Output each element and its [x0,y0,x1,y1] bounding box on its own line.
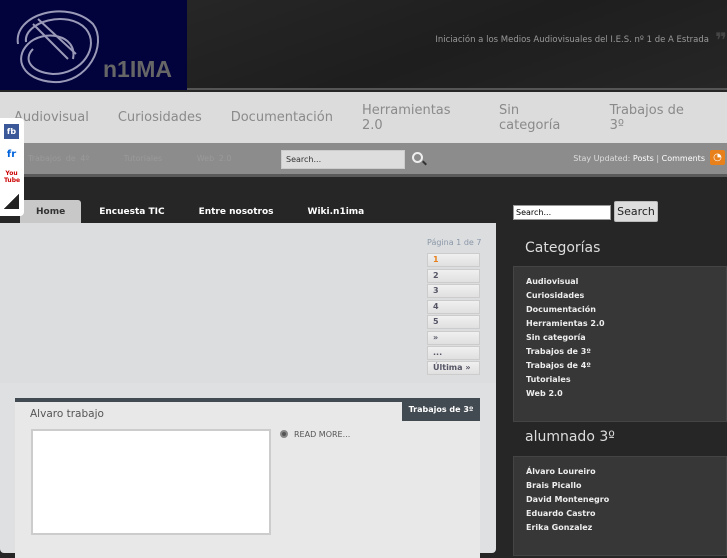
students-heading: alumnado 3º [525,429,615,445]
category-link[interactable]: Audiovisual [526,277,714,291]
top-search-input[interactable]: Search... [281,150,405,169]
page-info: Página 1 de 7 [427,238,482,247]
site-header: n1IMA Iniciación a los Medios Audiovisua… [0,0,727,90]
tab-encuesta-tic[interactable]: Encuesta TIC [83,200,180,224]
tab-home[interactable]: Home [20,200,82,224]
post-category[interactable]: Trabajos de 3º [402,398,480,421]
student-link[interactable]: Eduardo Castro [526,509,714,523]
page-ellipsis: ... [427,346,480,360]
sidebar-search-button[interactable]: Search [614,201,658,222]
page-link-3[interactable]: 3 [427,284,480,298]
search-icon[interactable] [412,152,423,163]
nav-item-trabajos-4[interactable]: Trabajos de 4º [28,154,89,163]
post-title[interactable]: Alvaro trabajo [30,408,104,420]
nav-item-web-2[interactable]: Web 2.0 [197,154,232,163]
sidebar-search-input[interactable]: Search... [513,205,611,220]
categories-heading: Categorías [525,240,601,256]
post-card: Alvaro trabajo Trabajos de 3º READ MORE.… [15,398,480,558]
category-link[interactable]: Sin categoría [526,333,714,347]
comments-feed-link[interactable]: Comments [662,154,705,163]
page-link-5[interactable]: 5 [427,315,480,329]
page-tabs: Home Encuesta TIC Entre nosotros Wiki.n1… [20,200,382,224]
nav-item-curiosidades[interactable]: Curiosidades [118,110,202,125]
facebook-icon[interactable]: fb [4,124,19,139]
category-link[interactable]: Trabajos de 3º [526,347,714,361]
student-link[interactable]: Erika Gonzalez [526,523,714,537]
posts-feed-link[interactable]: Posts [633,154,654,163]
category-link[interactable]: Documentación [526,305,714,319]
post-thumbnail[interactable] [31,429,271,535]
read-more-label: READ MORE... [294,430,351,439]
category-link[interactable]: Curiosidades [526,291,714,305]
page-next[interactable]: » [427,331,480,345]
page-link-4[interactable]: 4 [427,300,480,314]
page-link-2[interactable]: 2 [427,269,480,283]
tab-entre-nosotros[interactable]: Entre nosotros [183,200,290,224]
nav-item-documentacion[interactable]: Documentación [231,110,333,125]
student-link[interactable]: Álvaro Loureiro [526,467,714,481]
delicious-icon[interactable]: delicious [4,194,19,209]
read-more-link[interactable]: READ MORE... [280,430,350,439]
category-link[interactable]: Trabajos de 4º [526,361,714,375]
nav-overflow: Trabajos de 4º Tutoriales Web 2.0 [28,154,261,163]
site-tagline: Iniciación a los Medios Audiovisuales de… [435,35,709,45]
category-nav: Audiovisual Curiosidades Documentación H… [0,92,727,143]
category-link[interactable]: Tutoriales [526,375,714,389]
flickr-icon[interactable]: fr [4,147,19,162]
tab-wiki[interactable]: Wiki.n1ima [292,200,381,224]
main-content: Página 1 de 7 1 2 3 4 5 » ... Última » A… [0,223,496,558]
quote-icon: ❞ [715,28,727,52]
stay-updated: Stay Updated: Posts | Comments [573,154,705,163]
logo-text: n1IMA [103,56,172,82]
category-link[interactable]: Herramientas 2.0 [526,319,714,333]
student-link[interactable]: Brais Picallo [526,481,714,495]
nav-item-trabajos-3[interactable]: Trabajos de 3º [610,103,698,133]
rss-icon[interactable]: ◔ [710,150,725,165]
bullet-icon [280,430,288,438]
pagination-area: Página 1 de 7 1 2 3 4 5 » ... Última » [0,223,496,383]
nav-item-herramientas[interactable]: Herramientas 2.0 [362,103,470,133]
youtube-icon[interactable]: You Tube [4,170,20,185]
nav-item-tutoriales[interactable]: Tutoriales [124,154,163,163]
nav-item-audiovisual[interactable]: Audiovisual [14,110,89,125]
top-bar: Trabajos de 4º Tutoriales Web 2.0 Search… [0,143,727,177]
separator: | [656,154,660,163]
categories-list: Audiovisual Curiosidades Documentación H… [513,266,727,422]
stay-updated-label: Stay Updated: [573,154,631,163]
site-logo[interactable]: n1IMA [0,0,187,90]
logo-swirl-icon [16,10,99,84]
page-last[interactable]: Última » [427,361,480,375]
social-bar: fb fr You Tube delicious [0,118,24,216]
students-list: Álvaro Loureiro Brais Picallo David Mont… [513,456,727,556]
student-link[interactable]: David Montenegro [526,495,714,509]
category-link[interactable]: Web 2.0 [526,389,714,403]
nav-item-sin-categoria[interactable]: Sin categoría [499,103,581,133]
page-link-1[interactable]: 1 [427,253,480,267]
